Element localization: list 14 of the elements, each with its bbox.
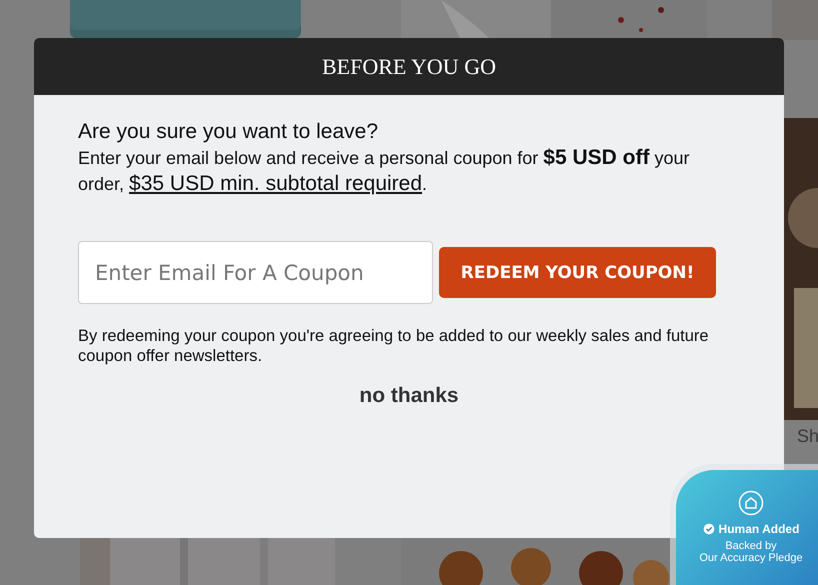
modal-heading: Are you sure you want to leave? (78, 119, 380, 145)
offer-text: Enter your email below and receive a personal coupon for $5 USD off your order, $35 USD min. subtotal required. (78, 145, 690, 197)
cut-text: Sh (797, 426, 818, 447)
modal-title: BEFORE YOU GO (322, 54, 496, 80)
no-thanks-link[interactable]: no thanks (359, 384, 459, 408)
disclaimer-text: By redeeming your coupon you're agreeing to be added to our weekly sales and future coupon offer newsletters. (78, 326, 710, 366)
redeem-button[interactable]: REDEEM YOUR COUPON! (439, 247, 716, 298)
badge-text: Our Accuracy Pledge (699, 552, 803, 564)
email-field[interactable]: Enter Email For A Coupon (78, 241, 433, 304)
house-icon (738, 490, 764, 516)
terms-link[interactable]: $35 USD min. subtotal required (129, 172, 422, 195)
check-icon (702, 523, 715, 535)
badge-title: Human Added (718, 522, 800, 536)
badge-text: Backed by (725, 540, 777, 552)
